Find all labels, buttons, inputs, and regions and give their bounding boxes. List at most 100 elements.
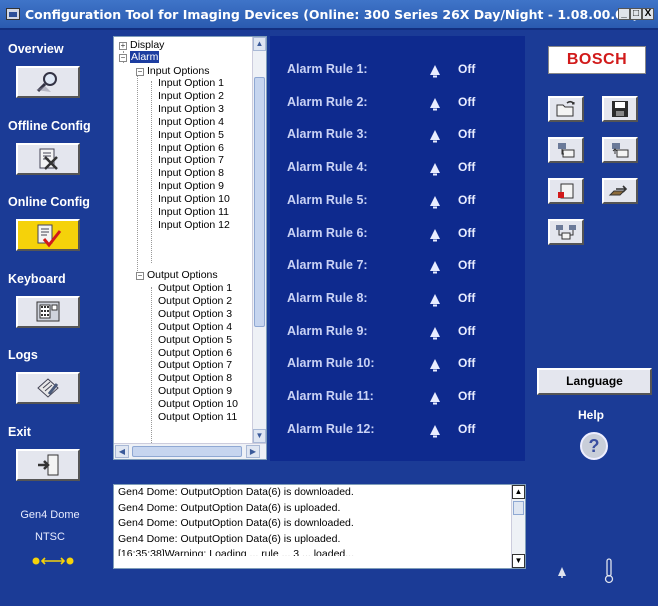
scroll-left-icon[interactable]: ◀ xyxy=(115,445,129,458)
tree-node-output-option[interactable]: Output Option 11 xyxy=(158,411,237,424)
scroll-down-icon[interactable]: ▼ xyxy=(253,429,266,443)
collapse-icon[interactable]: − xyxy=(136,272,144,280)
alarm-rule-state[interactable]: Off xyxy=(458,127,475,141)
scroll-thumb-horizontal[interactable] xyxy=(132,446,242,457)
tree-node-output-option[interactable]: Output Option 10 xyxy=(158,398,238,411)
tree-node-input-option[interactable]: Input Option 5 xyxy=(158,129,224,142)
alarm-rule-label: Alarm Rule 2: xyxy=(287,94,368,109)
keyboard-icon xyxy=(36,301,60,322)
tree-node-input-option[interactable]: Input Option 8 xyxy=(158,167,224,180)
alarm-bell-icon xyxy=(430,326,440,340)
tree-node-output-option[interactable]: Output Option 6 xyxy=(158,347,232,360)
tree-node-output-option[interactable]: Output Option 9 xyxy=(158,385,232,398)
title-bar: Configuration Tool for Imaging Devices (… xyxy=(0,0,658,30)
save-button[interactable] xyxy=(602,96,638,122)
log-panel[interactable]: Gen4 Dome: OutputOption Data(6) is downl… xyxy=(113,484,526,569)
minimize-button[interactable]: _ xyxy=(618,8,630,20)
window-title: Configuration Tool for Imaging Devices (… xyxy=(25,6,639,22)
alarm-rule-label: Alarm Rule 4: xyxy=(287,160,368,175)
upload-button[interactable] xyxy=(602,137,638,163)
alarm-rule-state[interactable]: Off xyxy=(458,291,475,305)
alarm-rule-state[interactable]: Off xyxy=(458,95,475,109)
scroll-thumb[interactable] xyxy=(513,501,524,515)
alarm-bell-icon xyxy=(430,261,440,274)
tree-node-output-option[interactable]: Output Option 1 xyxy=(158,282,232,295)
alarm-rule-row[interactable]: Alarm Rule 7: Off xyxy=(270,258,525,278)
export-button[interactable] xyxy=(602,178,638,204)
tree-node-input-option[interactable]: Input Option 9 xyxy=(158,180,224,193)
tree-node-alarm[interactable]: − Alarm xyxy=(119,51,160,64)
tree-node-input-option[interactable]: Input Option 4 xyxy=(158,116,224,129)
alarm-bell-icon xyxy=(430,293,440,307)
collapse-icon[interactable]: − xyxy=(119,54,127,62)
tree-node-output-option[interactable]: Output Option 5 xyxy=(158,334,232,347)
alarm-rule-state[interactable]: Off xyxy=(458,62,475,76)
tree-node-input-option[interactable]: Input Option 2 xyxy=(158,90,224,103)
alarm-rule-state[interactable]: Off xyxy=(458,226,475,240)
tree-node-input-option[interactable]: Input Option 10 xyxy=(158,193,230,206)
exit-button[interactable] xyxy=(16,449,80,481)
import-button[interactable] xyxy=(548,178,584,204)
overview-button[interactable] xyxy=(16,66,80,98)
tree-node-input-option[interactable]: Input Option 1 xyxy=(158,77,224,90)
magnifier-icon xyxy=(36,72,57,93)
tree-node-input-option[interactable]: Input Option 6 xyxy=(158,142,224,155)
alarm-rule-row[interactable]: Alarm Rule 4: Off xyxy=(270,160,525,180)
alarm-rule-label: Alarm Rule 7: xyxy=(287,258,368,273)
online-config-button[interactable] xyxy=(16,219,80,251)
alarm-rule-state[interactable]: Off xyxy=(458,324,475,338)
scroll-thumb[interactable] xyxy=(254,77,265,327)
alarm-rule-state[interactable]: Off xyxy=(458,356,475,370)
tree-node-output-option[interactable]: Output Option 7 xyxy=(158,359,232,372)
download-button[interactable] xyxy=(548,137,584,163)
tree-node-input-option[interactable]: Input Option 7 xyxy=(158,154,224,167)
alarm-rule-row[interactable]: Alarm Rule 8: Off xyxy=(270,291,525,311)
alarm-rule-row[interactable]: Alarm Rule 2: Off xyxy=(270,95,525,115)
alarm-rule-row[interactable]: Alarm Rule 10: Off xyxy=(270,356,525,376)
logs-button[interactable] xyxy=(16,372,80,404)
scroll-up-icon[interactable]: ▲ xyxy=(512,485,525,499)
bosch-logo: BOSCH xyxy=(548,46,646,74)
alarm-rule-row[interactable]: Alarm Rule 3: Off xyxy=(270,127,525,147)
alarm-rule-state[interactable]: Off xyxy=(458,193,475,207)
config-tree[interactable]: + Display − Alarm − Input Options Input Opt… xyxy=(113,36,267,460)
alarm-rule-label: Alarm Rule 3: xyxy=(287,127,368,142)
expand-icon[interactable]: + xyxy=(119,42,127,50)
alarm-rule-state[interactable]: Off xyxy=(458,160,475,174)
alarm-rule-state[interactable]: Off xyxy=(458,389,475,403)
tree-node-output-option[interactable]: Output Option 2 xyxy=(158,295,232,308)
scroll-right-icon[interactable]: ▶ xyxy=(246,445,260,458)
alarm-rule-label: Alarm Rule 8: xyxy=(287,290,368,305)
keyboard-button[interactable] xyxy=(16,296,80,328)
tree-horizontal-scrollbar[interactable]: ◀ ▶ xyxy=(114,443,266,459)
alarm-rule-row[interactable]: Alarm Rule 6: Off xyxy=(270,226,525,246)
log-scrollbar[interactable]: ▲ ▼ xyxy=(511,485,525,568)
alarm-bell-icon xyxy=(430,195,440,209)
tree-vertical-scrollbar[interactable]: ▲ ▼ xyxy=(252,37,266,443)
tree-node-input-option[interactable]: Input Option 12 xyxy=(158,219,230,232)
nav-overview-label: Overview xyxy=(8,42,64,56)
tree-node-input-option[interactable]: Input Option 3 xyxy=(158,103,224,116)
close-button[interactable]: X xyxy=(642,8,654,20)
tree-node-output-option[interactable]: Output Option 3 xyxy=(158,308,232,321)
alarm-rule-state[interactable]: Off xyxy=(458,258,475,272)
offline-config-button[interactable] xyxy=(16,143,80,175)
alarm-rule-row[interactable]: Alarm Rule 5: Off xyxy=(270,193,525,213)
scroll-up-icon[interactable]: ▲ xyxy=(253,37,266,51)
language-button[interactable]: Language xyxy=(537,368,652,395)
tree-node-input-option[interactable]: Input Option 11 xyxy=(158,206,229,219)
tree-node-output-option[interactable]: Output Option 8 xyxy=(158,372,232,385)
tree-node-output-option[interactable]: Output Option 4 xyxy=(158,321,232,334)
compare-button[interactable] xyxy=(548,219,584,245)
alarm-rule-row[interactable]: Alarm Rule 1: Off xyxy=(270,62,525,82)
help-icon[interactable]: ? xyxy=(580,432,608,460)
alarm-rule-state[interactable]: Off xyxy=(458,422,475,436)
collapse-icon[interactable]: − xyxy=(136,68,144,76)
tree-node-output-options[interactable]: − Output Options xyxy=(136,269,218,282)
alarm-rule-row[interactable]: Alarm Rule 11: Off xyxy=(270,389,525,409)
alarm-rule-row[interactable]: Alarm Rule 12: Off xyxy=(270,422,525,442)
scroll-down-icon[interactable]: ▼ xyxy=(512,554,525,568)
open-button[interactable] xyxy=(548,96,584,122)
alarm-rule-row[interactable]: Alarm Rule 9: Off xyxy=(270,324,525,344)
maximize-button[interactable]: □ xyxy=(630,8,642,20)
